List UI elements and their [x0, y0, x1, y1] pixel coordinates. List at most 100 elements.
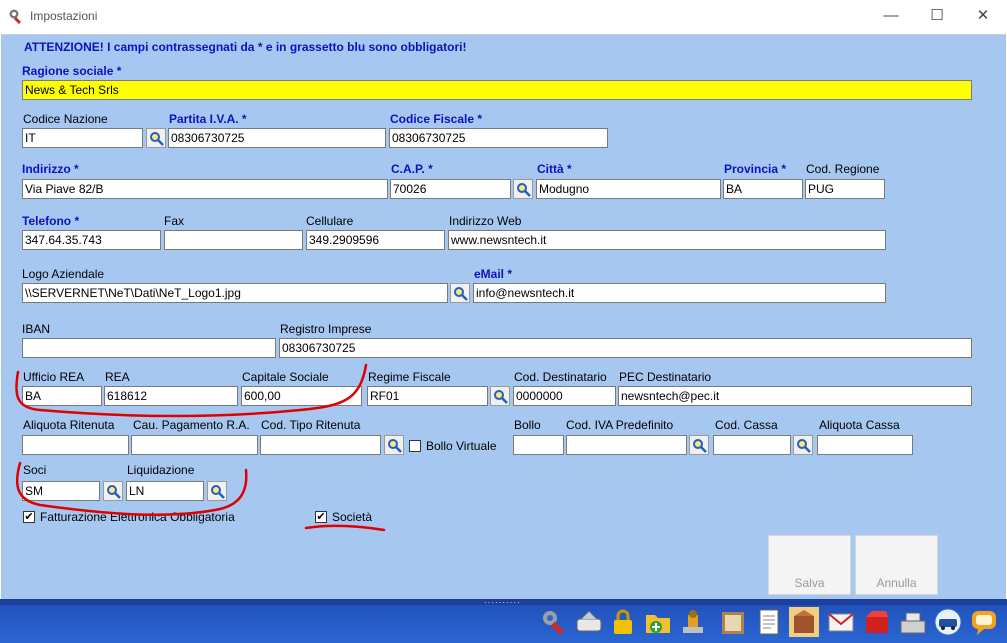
tools-icon[interactable]	[539, 607, 569, 637]
cod-destinatario-field[interactable]: 0000000	[513, 386, 616, 406]
cap-lookup-button[interactable]	[513, 179, 533, 199]
search-icon	[107, 485, 121, 499]
cod-tipo-ritenuta-lookup-button[interactable]	[384, 435, 404, 455]
scanner-icon[interactable]	[574, 607, 604, 637]
cash-register-icon[interactable]	[898, 607, 928, 637]
rea-label: REA	[105, 370, 130, 384]
book-icon[interactable]	[718, 607, 748, 637]
aliquota-cassa-label: Aliquota Cassa	[819, 418, 900, 432]
bollo-virtuale-checkbox[interactable]	[409, 440, 421, 452]
cod-cassa-field[interactable]	[713, 435, 791, 455]
telefono-field[interactable]: 347.64.35.743	[22, 230, 161, 250]
lock-icon[interactable]	[608, 607, 638, 637]
cod-regione-label: Cod. Regione	[806, 162, 880, 176]
search-icon	[211, 485, 225, 499]
ragione-sociale-label: Ragione sociale *	[22, 64, 122, 78]
regime-fiscale-label: Regime Fiscale	[368, 370, 451, 384]
splitter-grip[interactable]: ··········	[484, 599, 521, 607]
cau-pagamento-label: Cau. Pagamento R.A.	[133, 418, 250, 432]
societa-checkbox[interactable]: ✔	[315, 511, 327, 523]
cod-regione-field[interactable]: PUG	[805, 179, 885, 199]
codice-nazione-field[interactable]: IT	[22, 128, 143, 148]
indirizzo-field[interactable]: Via Piave 82/B	[22, 179, 388, 199]
cod-tipo-ritenuta-field[interactable]	[260, 435, 381, 455]
registro-imprese-field[interactable]: 08306730725	[279, 338, 972, 358]
partita-iva-field[interactable]: 08306730725	[168, 128, 386, 148]
soci-lookup-button[interactable]	[103, 481, 123, 501]
red-box-icon[interactable]	[862, 607, 892, 637]
fax-field[interactable]	[164, 230, 303, 250]
indirizzo-label: Indirizzo *	[22, 162, 79, 176]
citta-field[interactable]: Modugno	[536, 179, 721, 199]
cau-pagamento-field[interactable]	[131, 435, 258, 455]
cancel-button[interactable]: Annulla	[855, 535, 938, 595]
logo-aziendale-field[interactable]: \\SERVERNET\NeT\Dati\NeT_Logo1.jpg	[22, 283, 448, 303]
cod-tipo-ritenuta-label: Cod. Tipo Ritenuta	[261, 418, 361, 432]
fatturazione-checkbox[interactable]: ✔	[23, 511, 35, 523]
cod-iva-field[interactable]	[566, 435, 687, 455]
folder-add-icon[interactable]	[643, 607, 673, 637]
cod-iva-lookup-button[interactable]	[689, 435, 709, 455]
codice-fiscale-label: Codice Fiscale *	[390, 112, 483, 126]
ragione-sociale-field[interactable]: News & Tech Srls	[22, 80, 972, 100]
societa-check-mark: ✔	[316, 511, 326, 523]
search-icon	[454, 287, 468, 301]
email-label: eMail *	[474, 267, 513, 281]
ufficio-rea-field[interactable]: BA	[22, 386, 102, 406]
ufficio-rea-label: Ufficio REA	[23, 370, 85, 384]
save-button[interactable]: Salva	[768, 535, 851, 595]
car-icon[interactable]	[933, 607, 963, 637]
aliquota-cassa-field[interactable]	[817, 435, 913, 455]
pec-destinatario-field[interactable]: newsntech@pec.it	[618, 386, 972, 406]
indirizzo-web-field[interactable]: www.newsntech.it	[448, 230, 886, 250]
email-icon[interactable]	[826, 607, 856, 637]
liquidazione-lookup-button[interactable]	[207, 481, 227, 501]
search-icon	[517, 183, 531, 197]
title-bar: Impostazioni — ☐ ✕	[0, 0, 1007, 34]
minimize-button[interactable]: —	[868, 0, 914, 34]
chat-icon[interactable]	[969, 607, 999, 637]
iban-field[interactable]	[22, 338, 276, 358]
liquidazione-field[interactable]: LN	[126, 481, 204, 501]
required-fields-warning: ATTENZIONE! I campi contrassegnati da * …	[24, 40, 467, 54]
regime-fiscale-lookup-button[interactable]	[490, 386, 510, 406]
cod-cassa-label: Cod. Cassa	[715, 418, 778, 432]
document-icon[interactable]	[754, 607, 784, 637]
societa-label: Società	[332, 510, 373, 524]
window-title: Impostazioni	[30, 9, 98, 23]
stamp-icon[interactable]	[678, 607, 708, 637]
bollo-virtuale-label: Bollo Virtuale	[426, 439, 497, 453]
cod-iva-label: Cod. IVA Predefinito	[566, 418, 674, 432]
fatturazione-check-mark: ✔	[24, 511, 34, 523]
codice-nazione-lookup-button[interactable]	[146, 128, 166, 148]
search-icon	[388, 439, 402, 453]
capitale-sociale-field[interactable]: 600,00	[241, 386, 362, 406]
capitale-sociale-label: Capitale Sociale	[242, 370, 329, 384]
codice-nazione-label: Codice Nazione	[23, 112, 108, 126]
regime-fiscale-field[interactable]: RF01	[367, 386, 488, 406]
codice-fiscale-field[interactable]: 08306730725	[389, 128, 608, 148]
cap-label: C.A.P. *	[391, 162, 433, 176]
maximize-button[interactable]: ☐	[914, 0, 960, 34]
cellulare-label: Cellulare	[306, 214, 354, 228]
search-icon	[693, 439, 707, 453]
partita-iva-label: Partita I.V.A. *	[169, 112, 247, 126]
provincia-field[interactable]: BA	[723, 179, 803, 199]
cap-field[interactable]: 70026	[390, 179, 511, 199]
close-button[interactable]: ✕	[960, 0, 1006, 34]
box-icon[interactable]	[789, 607, 819, 637]
logo-browse-button[interactable]	[450, 283, 470, 303]
telefono-label: Telefono *	[22, 214, 80, 228]
cod-cassa-lookup-button[interactable]	[793, 435, 813, 455]
logo-aziendale-label: Logo Aziendale	[22, 267, 105, 281]
citta-label: Città *	[537, 162, 572, 176]
bollo-field[interactable]	[513, 435, 564, 455]
aliquota-ritenuta-label: Aliquota Ritenuta	[23, 418, 115, 432]
cellulare-field[interactable]: 349.2909596	[306, 230, 445, 250]
email-field[interactable]: info@newsntech.it	[473, 283, 886, 303]
rea-field[interactable]: 618612	[104, 386, 238, 406]
soci-field[interactable]: SM	[22, 481, 100, 501]
aliquota-ritenuta-field[interactable]	[22, 435, 129, 455]
search-icon	[150, 132, 164, 146]
search-icon	[797, 439, 811, 453]
